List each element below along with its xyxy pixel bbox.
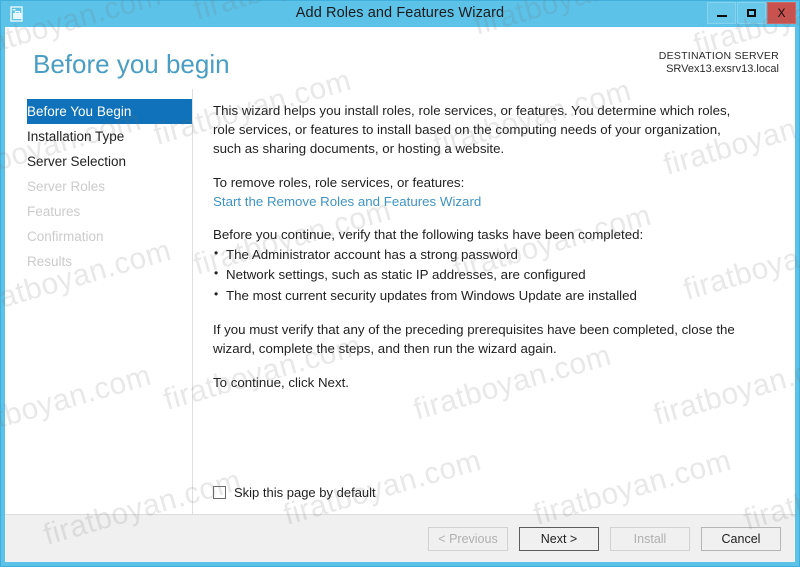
skip-page-label: Skip this page by default (234, 485, 376, 500)
skip-page-checkbox[interactable] (213, 486, 226, 499)
list-item: The most current security updates from W… (213, 285, 777, 306)
next-button[interactable]: Next > (519, 526, 599, 551)
nav-item-server-roles: Server Roles (27, 179, 106, 194)
title-bar[interactable]: Add Roles and Features Wizard X (1, 1, 799, 27)
server-manager-icon (8, 5, 26, 23)
window-controls: X (707, 2, 796, 24)
button-bar: < Previous Next > Install Cancel (5, 514, 795, 562)
page-header: Before you begin DESTINATION SERVER SRVe… (5, 27, 795, 89)
cancel-button[interactable]: Cancel (701, 526, 781, 551)
minimize-icon (716, 15, 727, 17)
maximize-icon (747, 9, 756, 17)
verify-paragraph: If you must verify that any of the prece… (213, 321, 735, 356)
nav-item-results: Results (27, 254, 73, 269)
skip-page-row[interactable]: Skip this page by default (213, 485, 376, 500)
destination-server-value: SRVex13.exsrv13.local (666, 63, 779, 76)
intro-paragraph: This wizard helps you install roles, rol… (213, 103, 731, 156)
maximize-button[interactable] (737, 2, 766, 24)
nav-item-installation-type[interactable]: Installation Type (5, 124, 192, 149)
client-area: Before you begin DESTINATION SERVER SRVe… (5, 27, 795, 562)
minimize-button[interactable] (707, 2, 736, 24)
wizard-window: Add Roles and Features Wizard X Before y… (0, 0, 800, 567)
close-icon: X (777, 6, 786, 20)
nav-item-features: Features (27, 204, 81, 219)
close-button[interactable]: X (767, 2, 796, 24)
install-button: Install (610, 526, 690, 551)
remove-lead-text: To remove roles, role services, or featu… (213, 174, 465, 190)
remove-roles-wizard-link[interactable]: Start the Remove Roles and Features Wiza… (213, 193, 777, 212)
prerequisite-list: The Administrator account has a strong p… (213, 244, 777, 306)
continue-paragraph: To continue, click Next. (213, 374, 349, 390)
destination-server: DESTINATION SERVER SRVex13.exsrv13.local (659, 50, 779, 77)
nav-item-before-you-begin[interactable]: Before You Begin (27, 99, 192, 124)
nav-item-confirmation: Confirmation (27, 229, 104, 244)
list-item: The Administrator account has a strong p… (213, 244, 777, 265)
wizard-navigation: Before You Begin Installation Type Serve… (5, 89, 193, 514)
nav-item-server-selection[interactable]: Server Selection (5, 149, 192, 174)
window-title: Add Roles and Features Wizard (295, 5, 505, 21)
verify-lead-text: Before you continue, verify that the fol… (213, 227, 644, 243)
page-title: Before you begin (33, 49, 230, 79)
previous-button[interactable]: < Previous (428, 526, 508, 551)
body-area: Before You Begin Installation Type Serve… (5, 89, 795, 514)
destination-server-label: DESTINATION SERVER (658, 50, 779, 62)
content-pane: This wizard helps you install roles, rol… (193, 89, 795, 514)
list-item: Network settings, such as static IP addr… (213, 264, 777, 285)
